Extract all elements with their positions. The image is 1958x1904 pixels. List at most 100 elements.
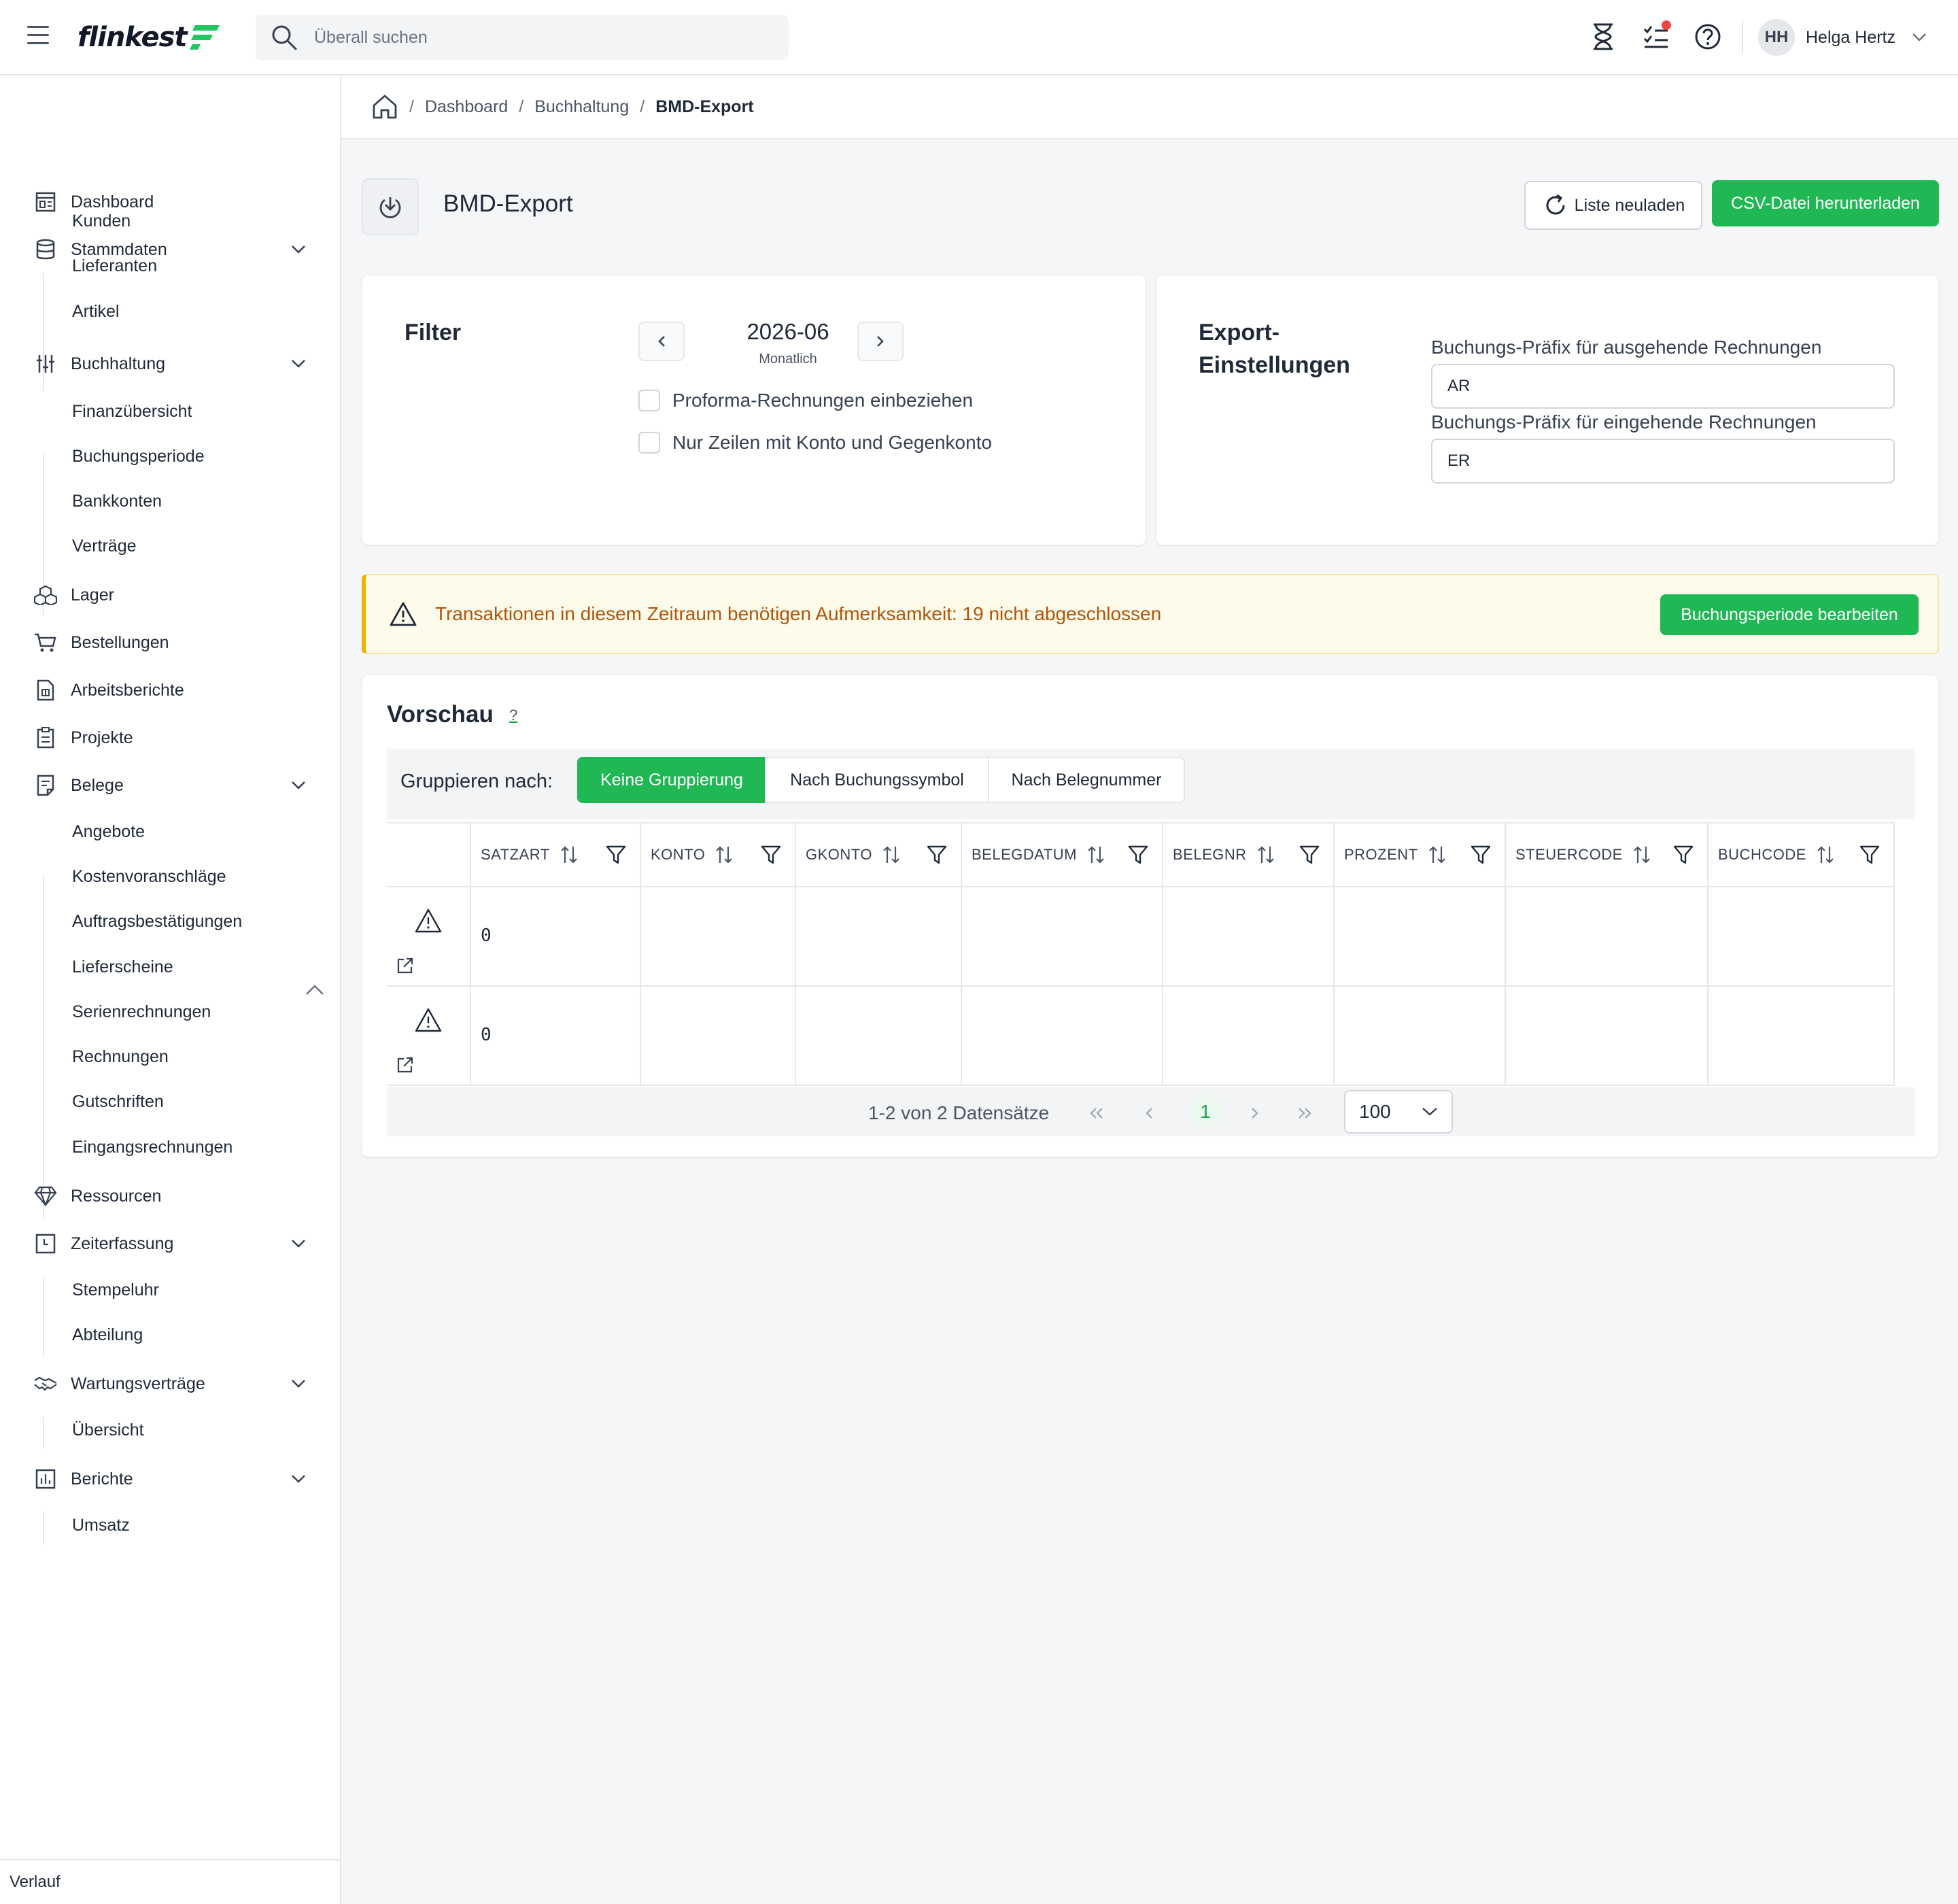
column-header-gkonto[interactable]: GKONTO (796, 822, 962, 887)
sidebar-subitem-rechnungen[interactable]: Rechnungen (72, 1043, 169, 1070)
sidebar-subitem-finanzuebersicht[interactable]: Finanzübersicht (72, 398, 192, 425)
sidebar-item-bestellungen[interactable]: Bestellungen (0, 624, 340, 662)
sidebar-item-arbeitsberichte[interactable]: Arbeitsberichte (0, 671, 340, 709)
sidebar-item-wartungsvertraege[interactable]: Wartungsverträge (0, 1365, 340, 1403)
table-cell: 0 (471, 987, 641, 1086)
edit-booking-period-button[interactable]: Buchungsperiode bearbeiten (1660, 594, 1919, 635)
filter-icon[interactable] (1859, 845, 1880, 865)
warning-icon[interactable] (414, 908, 443, 934)
column-header-belegnr[interactable]: BELEGNR (1163, 822, 1335, 887)
sidebar-subitem-serienrechnungen[interactable]: Serienrechnungen (72, 998, 211, 1025)
sidebar-subitem-eingangsrechnungen[interactable]: Eingangsrechnungen (72, 1134, 233, 1161)
sidebar-subitem-vertraege[interactable]: Verträge (72, 532, 137, 560)
sort-icon[interactable] (1256, 845, 1275, 864)
sidebar-item-zeiterfassung[interactable]: Zeiterfassung (0, 1225, 340, 1263)
proforma-checkbox-row[interactable]: Proforma-Rechnungen einbeziehen (638, 390, 973, 411)
reload-list-button[interactable]: Liste neuladen (1524, 181, 1702, 230)
menu-icon[interactable] (27, 26, 50, 45)
proforma-checkbox[interactable] (638, 390, 660, 411)
search-icon (272, 25, 297, 50)
home-icon[interactable] (371, 93, 398, 120)
sidebar-subitem-kunden[interactable]: Kunden (72, 207, 131, 235)
search-input[interactable] (314, 27, 776, 48)
user-menu[interactable]: HH Helga Hertz (1758, 18, 1927, 57)
sidebar-subitem-lieferscheine[interactable]: Lieferscheine (72, 953, 173, 981)
logo[interactable]: flinkest (78, 19, 221, 56)
period-prev-button[interactable] (638, 322, 685, 361)
page-size-select[interactable]: 100 (1344, 1090, 1453, 1134)
sort-icon[interactable] (715, 845, 734, 864)
column-header-satzart[interactable]: SATZART (471, 822, 641, 887)
sort-icon[interactable] (882, 845, 901, 864)
first-page-button[interactable] (1083, 1100, 1110, 1127)
history-footer[interactable]: Verlauf (0, 1859, 340, 1904)
filter-icon[interactable] (1673, 845, 1694, 865)
column-header-buchcode[interactable]: BUCHCODE (1708, 822, 1895, 887)
column-header-konto[interactable]: KONTO (641, 822, 796, 887)
incoming-prefix-input[interactable] (1431, 439, 1895, 483)
breadcrumb-dashboard[interactable]: Dashboard (425, 97, 508, 117)
search-bar[interactable] (256, 15, 789, 60)
sidebar-subitem-umsatz[interactable]: Umsatz (72, 1512, 130, 1539)
sidebar-subitem-gutschriften[interactable]: Gutschriften (72, 1088, 164, 1115)
sidebar-item-projekte[interactable]: Projekte (0, 719, 340, 757)
sidebar-item-dashboard[interactable]: Dashboard (0, 183, 340, 221)
sidebar-subitem-uebersicht[interactable]: Übersicht (72, 1416, 144, 1444)
column-header-belegdatum[interactable]: BELEGDATUM (962, 822, 1163, 887)
period-next-button[interactable] (857, 322, 904, 361)
last-page-button[interactable] (1291, 1100, 1318, 1127)
sort-icon[interactable] (1086, 845, 1105, 864)
group-option-none[interactable]: Keine Gruppierung (577, 757, 766, 803)
breadcrumb-buchhaltung[interactable]: Buchhaltung (534, 97, 629, 117)
sidebar-item-buchhaltung[interactable]: Buchhaltung (0, 345, 340, 383)
sidebar-item-label: Arbeitsberichte (71, 680, 184, 700)
column-header-prozent[interactable]: PROZENT (1335, 822, 1506, 887)
current-page[interactable]: 1 (1189, 1095, 1222, 1128)
prev-page-button[interactable] (1136, 1100, 1163, 1127)
sidebar-subitem-lieferanten[interactable]: Lieferanten (72, 252, 157, 279)
external-link-icon[interactable] (396, 1056, 414, 1074)
period-value[interactable]: 2026-06 (723, 319, 853, 345)
filter-icon[interactable] (927, 845, 947, 865)
warning-icon[interactable] (414, 1007, 443, 1033)
column-header-steuercode[interactable]: STEUERCODE (1506, 822, 1708, 887)
sort-icon[interactable] (560, 845, 579, 864)
sidebar-item-label: Zeiterfassung (71, 1234, 174, 1253)
sidebar-subitem-artikel[interactable]: Artikel (72, 298, 119, 325)
sidebar-subitem-bankkonten[interactable]: Bankkonten (72, 488, 162, 515)
sidebar-item-lager[interactable]: Lager (0, 576, 340, 614)
sort-icon[interactable] (1428, 845, 1447, 864)
sidebar-item-berichte[interactable]: Berichte (0, 1460, 340, 1498)
sidebar-subitem-abteilung[interactable]: Abteilung (72, 1321, 143, 1348)
group-option-belegnummer[interactable]: Nach Belegnummer (988, 757, 1185, 803)
sort-icon[interactable] (1816, 845, 1835, 864)
sidebar-subitem-kostenvoranschlaege[interactable]: Kostenvoranschläge (72, 863, 226, 890)
hourglass-icon[interactable] (1587, 20, 1619, 53)
group-option-symbol[interactable]: Nach Buchungssymbol (765, 757, 989, 803)
sidebar-item-belege[interactable]: Belege (0, 766, 340, 804)
preview-help-link[interactable]: ? (509, 707, 517, 724)
tasks-icon[interactable] (1640, 20, 1672, 53)
filter-icon[interactable] (1299, 845, 1320, 865)
outgoing-prefix-input[interactable] (1431, 364, 1895, 409)
chevron-up-icon[interactable] (305, 984, 325, 996)
download-csv-button[interactable]: CSV-Datei herunterladen (1712, 180, 1939, 226)
sidebar-item-stammdaten[interactable]: Stammdaten (0, 231, 340, 269)
sort-icon[interactable] (1632, 845, 1651, 864)
dashboard-icon (34, 190, 57, 214)
filter-icon[interactable] (1128, 845, 1148, 865)
help-icon[interactable] (1691, 20, 1724, 53)
external-link-icon[interactable] (396, 957, 414, 974)
filter-icon[interactable] (761, 845, 781, 865)
sidebar-subitem-stempeluhr[interactable]: Stempeluhr (72, 1276, 159, 1304)
sidebar-subitem-auftragsbestaetigungen[interactable]: Auftragsbestätigungen (72, 908, 242, 935)
filter-icon[interactable] (606, 845, 626, 865)
sidebar-subitem-angebote[interactable]: Angebote (72, 818, 145, 845)
next-page-button[interactable] (1241, 1100, 1268, 1127)
konto-checkbox[interactable] (638, 432, 660, 454)
filter-icon[interactable] (1471, 845, 1491, 865)
table-cell (1335, 987, 1506, 1086)
sidebar-subitem-buchungsperiode[interactable]: Buchungsperiode (72, 443, 205, 470)
sidebar-item-ressourcen[interactable]: Ressourcen (0, 1177, 340, 1215)
konto-checkbox-row[interactable]: Nur Zeilen mit Konto und Gegenkonto (638, 432, 992, 454)
